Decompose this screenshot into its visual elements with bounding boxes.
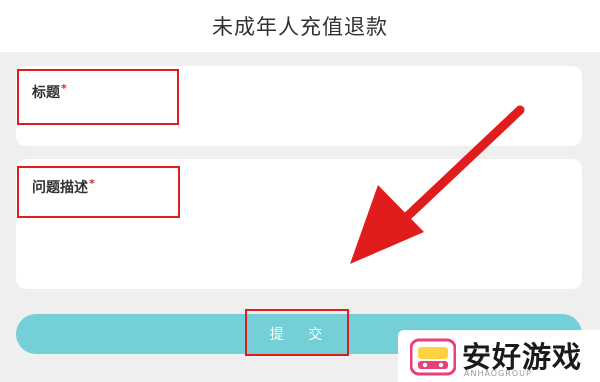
page-header: 未成年人充值退款 [0,0,600,52]
gamepad-logo-icon [410,338,456,376]
site-watermark: 安好游戏 ANHAOGROUP [398,330,600,382]
submit-highlight-box [245,309,349,356]
watermark-subtitle: ANHAOGROUP [464,369,532,378]
page-title: 未成年人充值退款 [212,15,388,39]
title-input[interactable] [126,78,570,138]
description-highlight-box [17,166,180,218]
title-highlight-box [17,69,179,125]
